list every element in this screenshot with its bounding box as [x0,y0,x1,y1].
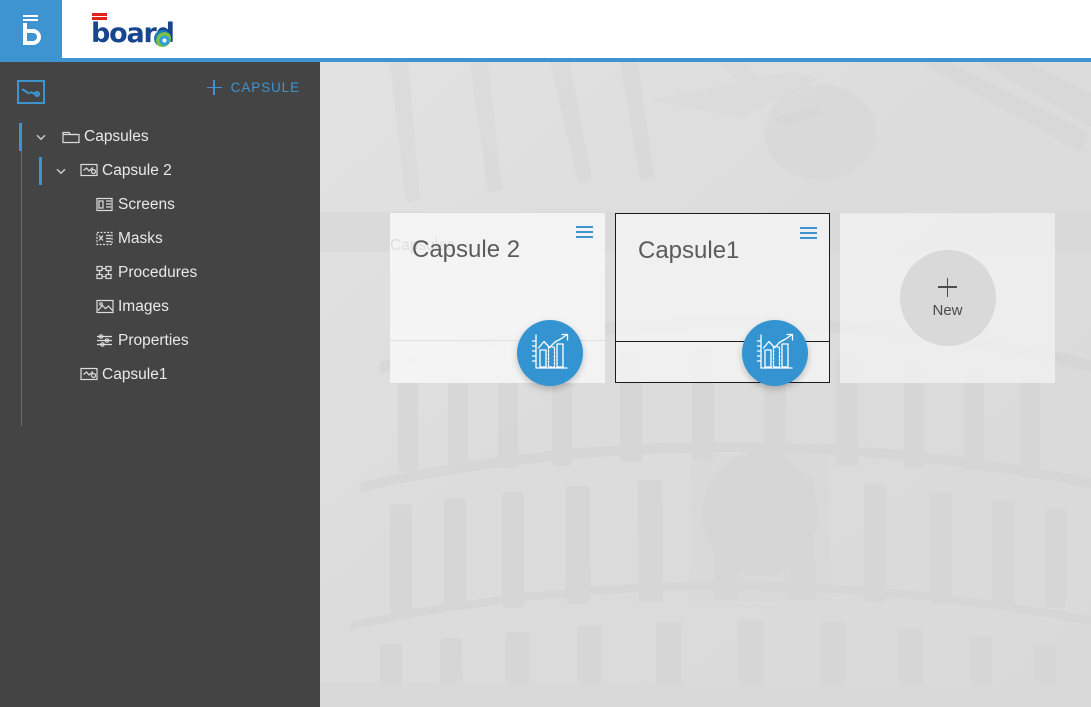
capsule-card-title: Capsule 2 [412,236,521,263]
new-capsule-label: New [932,301,963,319]
tree-item-label: Screens [118,196,175,213]
tree-item-capsules[interactable]: Capsules [0,120,320,154]
chevron-down-icon[interactable] [34,130,48,144]
tree-item-selection-bar [19,123,22,151]
hamburger-menu-icon[interactable] [576,226,593,239]
brand-logo: board [91,12,178,49]
tree-item-label: Capsule 2 [102,162,172,179]
product-logo-button[interactable] [0,0,62,60]
tree-item-capsule1[interactable]: Capsule1 [0,358,320,392]
hamburger-menu-icon[interactable] [800,227,817,240]
brand-red-bar-top [92,13,107,16]
tree-item-label: Capsule1 [102,366,168,383]
capsule-card-title: Capsule1 [638,237,740,264]
board-b-icon [18,13,44,47]
tree-item-screens[interactable]: Screens [0,188,320,222]
capsule-icon [17,80,45,104]
background-cityscape-image [320,62,1091,707]
tree-item-label: Procedures [118,264,198,281]
capsule-icon [80,367,98,383]
capsule-icon [80,163,98,179]
brand-swirl-icon [154,30,171,47]
images-icon [96,299,114,315]
screens-icon [96,197,114,213]
new-capsule-button[interactable]: New [899,250,996,346]
add-capsule-label: CAPSULE [230,80,300,95]
plus-icon [206,80,222,95]
plus-icon [938,277,957,297]
sidebar: CAPSULE Capsules Capsule 2 Screens Masks Pro… [0,62,320,707]
properties-icon [96,333,114,349]
tree-item-capsule-2[interactable]: Capsule 2 [0,154,320,188]
add-capsule-button[interactable]: CAPSULE [206,80,300,95]
sidebar-header: CAPSULE [0,62,320,120]
tree-item-procedures[interactable]: Procedures [0,256,320,290]
top-bar: board [0,0,1091,62]
tree-item-label: Masks [118,230,163,247]
tree-item-selection-bar [39,157,42,185]
capsule-tree: Capsules Capsule 2 Screens Masks Procedures I… [0,120,320,426]
folder-icon [62,129,80,145]
chevron-down-icon[interactable] [54,164,68,178]
main-content: Capsules Capsule 2Capsule1New [320,62,1091,707]
tree-item-label: Capsules [84,128,149,145]
procedures-icon [96,265,114,281]
new-capsule-card[interactable]: New [840,213,1055,383]
tree-item-masks[interactable]: Masks [0,222,320,256]
tree-item-label: Images [118,298,169,315]
tree-item-images[interactable]: Images [0,290,320,324]
tree-item-properties[interactable]: Properties [0,324,320,358]
app-root: board CAPSULE Capsules Capsule 2 Screens Ma… [0,0,1091,707]
tree-item-label: Properties [118,332,189,349]
chart-icon[interactable] [517,320,583,386]
masks-icon [96,231,114,247]
chart-icon[interactable] [742,320,808,386]
